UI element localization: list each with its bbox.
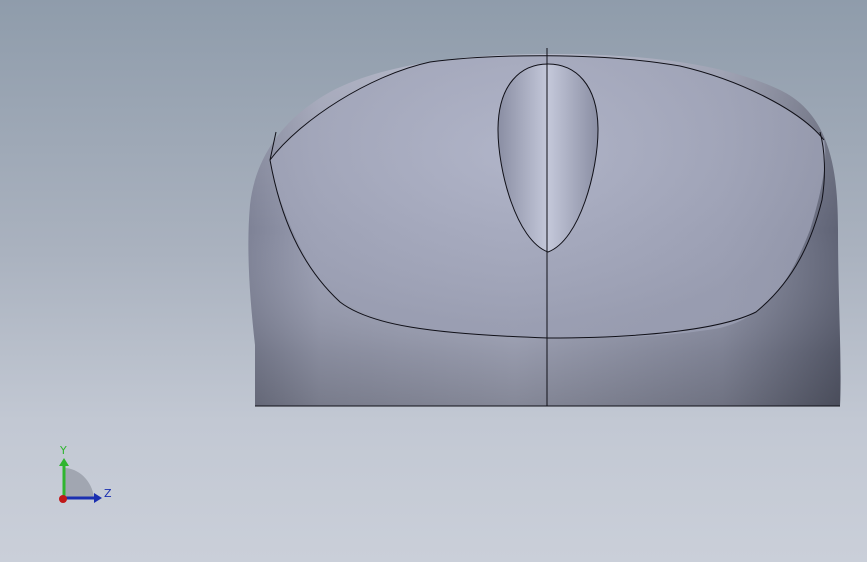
triad-origin-icon	[59, 495, 67, 503]
orientation-triad: Y Z	[59, 444, 112, 503]
graphics-viewport[interactable]: Y Z	[0, 0, 867, 562]
y-axis-arrow-icon	[59, 458, 69, 466]
z-axis-label: Z	[104, 487, 112, 500]
y-axis-label: Y	[59, 444, 67, 457]
mouse-model[interactable]	[0, 0, 867, 562]
z-axis-arrow-icon	[94, 493, 102, 503]
triad-plane-icon	[64, 468, 94, 498]
